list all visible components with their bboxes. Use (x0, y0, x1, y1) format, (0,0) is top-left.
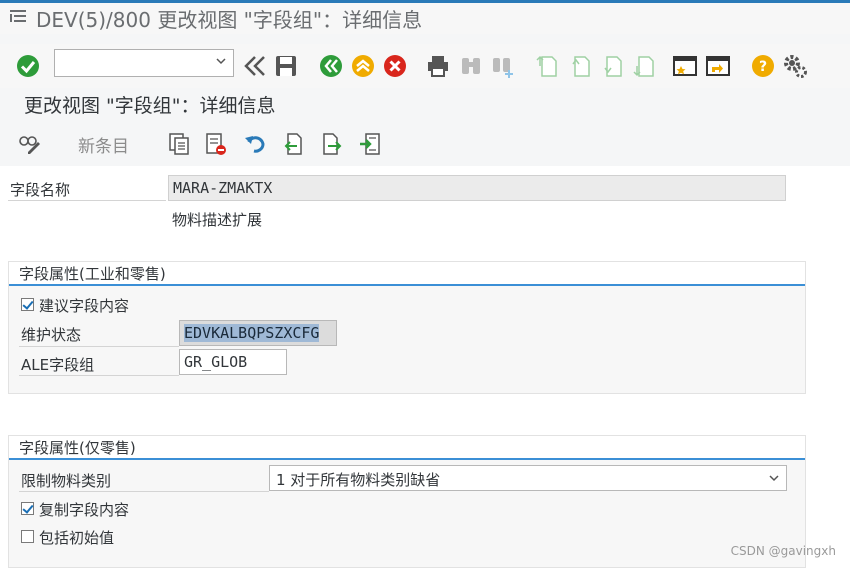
display-change-icon[interactable] (18, 132, 42, 156)
restrict-material-type-dropdown[interactable]: 1 对于所有物料类别缺省 (269, 465, 787, 491)
delete-icon[interactable] (204, 132, 228, 156)
label-underline (19, 346, 179, 347)
group-title: 字段属性(仅零售) (19, 439, 136, 457)
restrict-material-type-label: 限制物料类别 (21, 472, 112, 490)
label-underline (19, 375, 179, 376)
field-name-label: 字段名称 (10, 181, 71, 199)
group-title: 字段属性(工业和零售) (19, 265, 166, 283)
next-page-icon[interactable] (599, 53, 625, 79)
group-retail-only: 字段属性(仅零售) 限制物料类别 1 对于所有物料类别缺省 复制字段内容 包括初… (8, 435, 806, 568)
chevron-down-icon[interactable] (768, 472, 780, 484)
create-session-icon[interactable] (672, 53, 698, 79)
ale-group-field[interactable]: GR_GLOB (179, 349, 287, 375)
shortcut-icon[interactable] (705, 53, 731, 79)
enter-check-icon[interactable] (15, 53, 41, 79)
label-underline (19, 491, 269, 492)
undo-icon[interactable] (243, 132, 267, 156)
title-bar: DEV(5)/800 更改视图 "字段组"：详细信息 (0, 0, 850, 34)
copy-content-label: 复制字段内容 (39, 501, 130, 519)
watermark: CSDN @gavingxh (730, 544, 836, 558)
previous-entry-icon[interactable] (281, 132, 305, 156)
customize-icon[interactable] (782, 53, 808, 79)
propose-content-checkbox[interactable] (21, 298, 34, 311)
label-underline (8, 200, 166, 201)
include-initial-label: 包括初始值 (39, 529, 115, 547)
maint-status-value: EDVKALBQPSZXCFG (184, 324, 320, 342)
save-icon[interactable] (273, 53, 299, 79)
copy-content-checkbox[interactable] (21, 502, 34, 515)
ale-group-label: ALE字段组 (21, 356, 95, 374)
group-industry-retail: 字段属性(工业和零售) 建议字段内容 维护状态 EDVKALBQPSZXCFG … (8, 261, 806, 394)
last-page-icon[interactable] (631, 53, 657, 79)
svg-text:?: ? (759, 59, 767, 75)
copy-as-icon[interactable] (167, 132, 191, 156)
help-icon[interactable]: ? (750, 53, 776, 79)
group-header: 字段属性(工业和零售) (9, 262, 805, 286)
restrict-material-type-value: 1 对于所有物料类别缺省 (276, 471, 441, 489)
cancel-icon[interactable] (382, 53, 408, 79)
include-initial-checkbox[interactable] (21, 530, 34, 543)
window-title: DEV(5)/800 更改视图 "字段组"：详细信息 (36, 8, 423, 32)
first-page-icon[interactable] (534, 53, 560, 79)
command-field[interactable] (54, 49, 234, 77)
screen-title: 更改视图 "字段组"：详细信息 (24, 95, 276, 117)
propose-content-label: 建议字段内容 (39, 297, 130, 315)
menu-icon[interactable] (10, 9, 26, 23)
maint-status-label: 维护状态 (21, 326, 82, 344)
next-entry-icon[interactable] (320, 132, 344, 156)
chevron-down-icon[interactable] (215, 55, 227, 67)
select-all-icon[interactable] (358, 132, 382, 156)
find-next-icon[interactable] (490, 53, 516, 79)
find-icon[interactable] (458, 53, 484, 79)
maint-status-field[interactable]: EDVKALBQPSZXCFG (179, 320, 337, 346)
exit-icon[interactable] (350, 53, 376, 79)
field-description: 物料描述扩展 (172, 211, 263, 229)
new-entries-button[interactable]: 新条目 (78, 132, 129, 157)
group-header: 字段属性(仅零售) (9, 436, 805, 460)
field-name-value: MARA-ZMAKTX (168, 175, 786, 201)
back-icon[interactable] (318, 53, 344, 79)
previous-page-icon[interactable] (567, 53, 593, 79)
back-double-icon[interactable] (242, 53, 268, 79)
print-icon[interactable] (425, 53, 451, 79)
